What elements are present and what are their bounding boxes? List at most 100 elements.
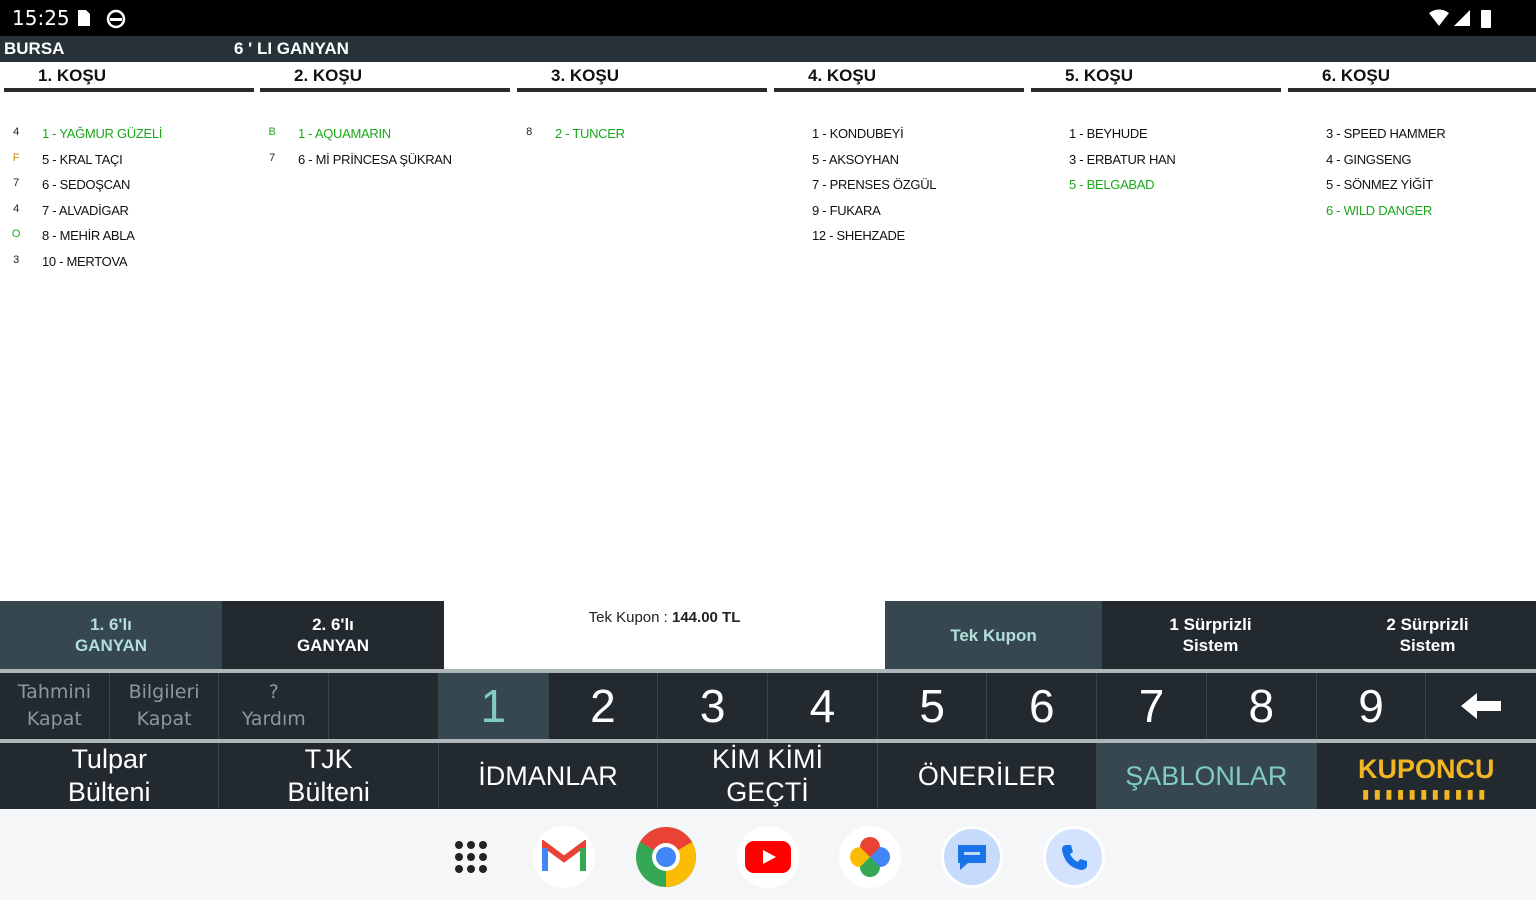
horse-entry[interactable]: 4 7 - ALVADİGAR: [4, 199, 254, 225]
ganyan-tab[interactable]: 2. 6'lı GANYAN: [222, 601, 444, 669]
horse-entry[interactable]: 1 - KONDUBEYİ: [774, 122, 1024, 148]
horse-label: 3 - ERBATUR HAN: [1069, 151, 1176, 167]
nav-button[interactable]: ŞABLONLAR: [1097, 743, 1317, 809]
horse-entry[interactable]: 3 10 - MERTOVA: [4, 250, 254, 276]
horse-label: 10 - MERTOVA: [42, 253, 128, 269]
race-column: 3. KOŞU 8 2 - TUNCER: [517, 62, 767, 141]
horse-entry[interactable]: 1 - BEYHUDE: [1031, 122, 1281, 148]
stat-marker: B: [268, 126, 276, 138]
number-key[interactable]: 2: [549, 673, 659, 739]
photos-icon[interactable]: [839, 826, 901, 888]
number-key[interactable]: 7: [1097, 673, 1207, 739]
race-title[interactable]: 3. KOŞU: [517, 62, 767, 92]
horse-label: 9 - FUKARA: [812, 202, 881, 218]
horse-entry[interactable]: 5 - SÖNMEZ YİĞİT: [1288, 173, 1536, 199]
horse-label: 6 - SEDOŞCAN: [42, 177, 131, 193]
race-title[interactable]: 4. KOŞU: [774, 62, 1024, 92]
phone-icon[interactable]: [1043, 826, 1105, 888]
nav-button[interactable]: TJK Bülteni: [219, 743, 439, 809]
horse-entry[interactable]: 4 - GINGSENG: [1288, 148, 1536, 174]
youtube-icon[interactable]: [737, 826, 799, 888]
nav-button[interactable]: İDMANLAR: [439, 743, 659, 809]
apps-grid-icon[interactable]: [440, 826, 502, 888]
keypad-row: Tahmini Kapat Bilgileri Kapat? Yardım 1 2 3 4…: [0, 673, 1536, 739]
entry-list: B 1 - AQUAMARIN 7 6 - Mİ PRİNCESA ŞÜKRAN: [260, 122, 510, 173]
horse-entry[interactable]: 8 2 - TUNCER: [517, 122, 767, 148]
horse-label: 1 - BEYHUDE: [1069, 126, 1148, 141]
number-key[interactable]: 9: [1317, 673, 1427, 739]
horse-entry[interactable]: 7 - PRENSES ÖZGÜL: [774, 173, 1024, 199]
horse-entry[interactable]: 7 6 - SEDOŞCAN: [4, 173, 254, 199]
number-key[interactable]: 3: [658, 673, 769, 739]
race-title[interactable]: 5. KOŞU: [1031, 62, 1281, 92]
wifi-icon: [1429, 9, 1449, 26]
toolbar-key[interactable]: Bilgileri Kapat: [110, 673, 220, 739]
toolbar-key[interactable]: ? Yardım: [219, 673, 330, 739]
race-column: 5. KOŞU 1 - BEYHUDE 3 - ERBATUR HAN 5 - BEL…: [1031, 62, 1281, 192]
city-name: BURSA: [4, 39, 65, 58]
horse-label: 1 - AQUAMARIN: [298, 126, 391, 141]
number-key[interactable]: 8: [1207, 673, 1317, 739]
horse-label: 12 - SHEHZADE: [812, 228, 905, 244]
nav-label: KUPONCU: [1357, 753, 1495, 784]
coupon-tabs-right: Tek Kupon 1 Sürprizli Sistem 2 Sürprizli S…: [885, 601, 1536, 669]
number-key[interactable]: 6: [987, 673, 1098, 739]
coupon-type-tab[interactable]: 2 Sürprizli Sistem: [1319, 601, 1536, 669]
number-key[interactable]: 1: [438, 673, 549, 739]
horse-entry[interactable]: B 1 - AQUAMARIN: [260, 122, 510, 148]
nav-button[interactable]: KİM KİMİ GEÇTİ: [658, 743, 878, 809]
horse-entry[interactable]: 3 - SPEED HAMMER: [1288, 122, 1536, 148]
race-column: 6. KOŞU 3 - SPEED HAMMER 4 - GINGSENG 5 - S…: [1288, 62, 1536, 218]
horse-entry[interactable]: 7 6 - Mİ PRİNCESA ŞÜKRAN: [260, 148, 510, 174]
nav-button[interactable]: ÖNERİLER: [878, 743, 1098, 809]
status-time: 15:25: [12, 6, 70, 30]
horse-entry[interactable]: 5 - AKSOYHAN: [774, 148, 1024, 174]
horse-label: 5 - BELGABAD: [1069, 177, 1155, 193]
race-title[interactable]: 1. KOŞU: [4, 62, 254, 92]
horse-label: 1 - KONDUBEYİ: [812, 126, 904, 141]
horse-entry[interactable]: 12 - SHEHZADE: [774, 224, 1024, 250]
race-column: 4. KOŞU 1 - KONDUBEYİ 5 - AKSOYHAN 7 - PREN…: [774, 62, 1024, 243]
race-title[interactable]: 6. KOŞU: [1288, 62, 1536, 92]
stat-marker: O: [11, 228, 21, 241]
horse-label: 5 - KRAL TAÇI: [42, 151, 123, 167]
race-header: BURSA 6 ' LI GANYAN: [0, 36, 1536, 62]
main-nav: Tulpar Bülteni TJK Bülteni İDMANLAR KİM KİM…: [0, 743, 1536, 809]
status-bar: 15:25: [0, 0, 1536, 36]
entry-list: 1 - BEYHUDE 3 - ERBATUR HAN 5 - BELGABAD: [1031, 122, 1281, 199]
nav-button[interactable]: KUPONCU ▮▮▮▮▮▮▮▮▮▮▮: [1317, 743, 1536, 809]
number-key[interactable]: 4: [768, 673, 878, 739]
number-key[interactable]: 5: [878, 673, 988, 739]
horse-entry[interactable]: 4 1 - YAĞMUR GÜZELİ: [4, 122, 254, 148]
messages-icon[interactable]: [941, 826, 1003, 888]
gmail-icon[interactable]: [533, 826, 595, 888]
toolbar-key[interactable]: Tahmini Kapat: [0, 673, 110, 739]
coupon-type-tab[interactable]: 1 Sürprizli Sistem: [1102, 601, 1319, 669]
horse-entry[interactable]: 6 - WILD DANGER: [1288, 199, 1536, 225]
nav-button[interactable]: Tulpar Bülteni: [0, 743, 220, 809]
race-title[interactable]: 2. KOŞU: [260, 62, 510, 92]
race-column: 1. KOŞU 4 1 - YAĞMUR GÜZELİ F 5 - KRAL TAÇI 7…: [4, 62, 254, 269]
backspace-icon[interactable]: [1426, 673, 1536, 739]
stat-marker: 4: [13, 126, 19, 138]
kuponcu-dots: ▮▮▮▮▮▮▮▮▮▮▮: [1362, 786, 1491, 801]
horse-entry[interactable]: F 5 - KRAL TAÇI: [4, 148, 254, 174]
horse-entry[interactable]: 9 - FUKARA: [774, 199, 1024, 225]
horse-label: 4 - GINGSENG: [1326, 151, 1412, 167]
horse-entry[interactable]: O 8 - MEHİR ABLA: [4, 224, 254, 250]
horse-entry[interactable]: 5 - BELGABAD: [1031, 173, 1281, 199]
coupon-type-tab[interactable]: Tek Kupon: [885, 601, 1102, 669]
entry-list: 4 1 - YAĞMUR GÜZELİ F 5 - KRAL TAÇI 7 6 - SED…: [4, 122, 254, 276]
coupon-total: Tek Kupon : 144.00 TL: [444, 601, 885, 669]
stat-marker: 4: [13, 202, 19, 215]
horse-label: 5 - SÖNMEZ YİĞİT: [1326, 177, 1433, 193]
stat-marker: 8: [526, 126, 532, 138]
horse-entry[interactable]: 3 - ERBATUR HAN: [1031, 148, 1281, 174]
toolbar-key[interactable]: [329, 673, 439, 739]
battery-icon: [1481, 10, 1491, 28]
entry-list: 1 - KONDUBEYİ 5 - AKSOYHAN 7 - PRENSES ÖZG…: [774, 122, 1024, 250]
coupon-label: Tek Kupon :: [588, 609, 672, 626]
entry-list: 3 - SPEED HAMMER 4 - GINGSENG 5 - SÖNMEZ Y…: [1288, 122, 1536, 224]
chrome-icon[interactable]: [635, 826, 697, 888]
ganyan-tab[interactable]: 1. 6'lı GANYAN: [0, 601, 222, 669]
